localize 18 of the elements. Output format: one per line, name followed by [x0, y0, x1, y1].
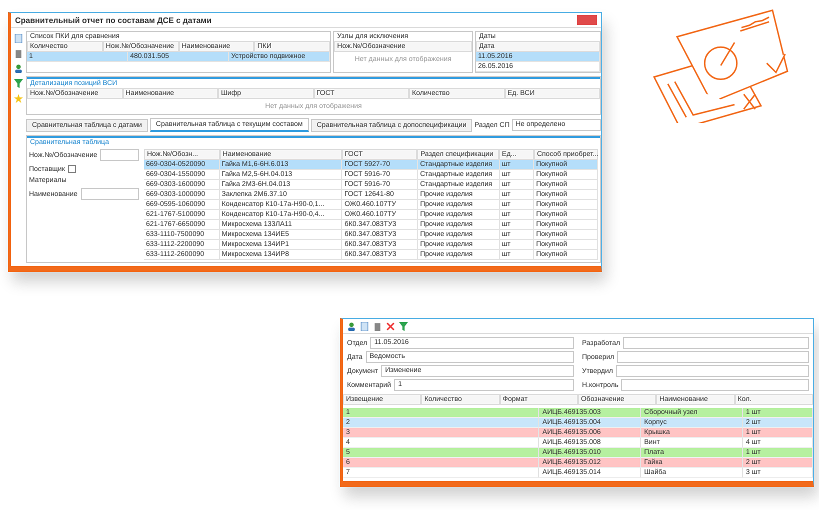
filter-icon[interactable] [14, 79, 23, 88]
trash-icon[interactable] [373, 322, 382, 330]
delete-icon[interactable] [386, 322, 395, 330]
input-field[interactable] [617, 351, 809, 363]
filter-field[interactable] [100, 149, 139, 161]
person-icon[interactable] [14, 64, 23, 73]
input-field[interactable] [621, 379, 809, 391]
checkbox[interactable] [68, 165, 76, 173]
trash-icon[interactable] [14, 49, 23, 58]
person-icon[interactable] [347, 322, 356, 330]
input-field[interactable] [616, 365, 809, 377]
input-field[interactable] [623, 337, 809, 349]
star-icon[interactable] [14, 94, 23, 103]
filter-icon[interactable] [399, 322, 408, 330]
document-icon[interactable] [14, 34, 23, 43]
document-icon[interactable] [360, 322, 369, 330]
window-title: Сравнительный отчет по составам ДСЕ с датами [15, 16, 212, 24]
name-field[interactable] [80, 188, 139, 200]
